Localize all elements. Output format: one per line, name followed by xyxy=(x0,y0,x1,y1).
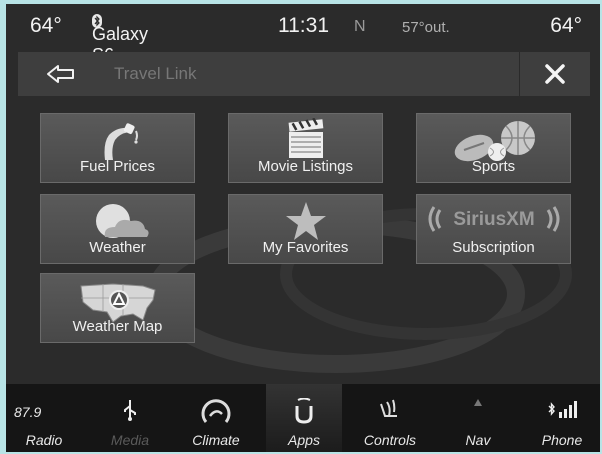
tile-movie-listings[interactable]: Movie Listings xyxy=(228,113,383,183)
nav-label: Media xyxy=(110,432,150,448)
passenger-temperature[interactable]: 64° xyxy=(550,14,582,38)
nav-radio[interactable]: 87.9 Radio xyxy=(6,384,82,452)
nav-label: Phone xyxy=(541,432,583,448)
nav-label: Climate xyxy=(192,432,240,448)
nav-label: Controls xyxy=(363,432,417,448)
clock: 11:31 xyxy=(278,14,329,37)
nav-label: Radio xyxy=(25,432,63,448)
radio-frequency: 87.9 xyxy=(14,404,42,420)
sun-cloud-icon xyxy=(95,204,149,238)
tile-subscription[interactable]: SiriusXM Subscription xyxy=(416,194,571,264)
driver-temperature[interactable]: 64° xyxy=(30,14,62,38)
title-bar: Travel Link xyxy=(18,52,590,96)
nav-label: Apps xyxy=(288,432,320,448)
clapperboard-icon xyxy=(288,118,323,158)
bottom-nav-bar: 87.9 Radio Media Climate Apps Controls N… xyxy=(6,384,600,452)
phone-connection: Galaxy S6 xyxy=(92,14,148,65)
tile-weather-map[interactable]: Weather Map xyxy=(40,273,195,343)
star-icon xyxy=(285,202,326,240)
siriusxm-logo-text: SiriusXM xyxy=(453,209,534,230)
tile-label: My Favorites xyxy=(262,239,349,256)
tile-label: Fuel Prices xyxy=(79,158,156,175)
display-frame: 64° Galaxy S6 11:31 N 57°out. 64° Travel… xyxy=(6,4,600,452)
back-arrow-icon xyxy=(47,65,74,83)
fuel-pump-icon xyxy=(104,123,138,160)
tile-fuel-prices[interactable]: Fuel Prices xyxy=(40,113,195,183)
tile-label: Sports xyxy=(471,158,516,175)
nav-label: Nav xyxy=(465,432,491,448)
nav-controls[interactable]: Controls xyxy=(352,384,428,452)
nav-media[interactable]: Media xyxy=(92,384,168,452)
compass-heading: N xyxy=(354,18,366,35)
tile-label: Weather Map xyxy=(72,318,163,335)
head-unit-screen: 64° Galaxy S6 11:31 N 57°out. 64° Travel… xyxy=(0,0,602,454)
nav-nav[interactable]: Nav xyxy=(440,384,516,452)
tile-sports[interactable]: Sports xyxy=(416,113,571,183)
apps-icon xyxy=(295,398,313,424)
nav-phone[interactable]: Phone xyxy=(524,384,600,452)
tile-label: Movie Listings xyxy=(257,158,354,175)
climate-icon xyxy=(201,399,231,423)
phone-signal-icon xyxy=(548,401,577,418)
nav-apps[interactable]: Apps xyxy=(266,384,342,452)
tile-label: Weather xyxy=(89,239,146,256)
tile-my-favorites[interactable]: My Favorites xyxy=(228,194,383,264)
close-icon xyxy=(545,64,565,84)
tile-label: Subscription xyxy=(452,239,535,256)
controls-icon xyxy=(380,399,397,417)
usb-icon xyxy=(124,400,136,421)
tile-weather[interactable]: Weather xyxy=(40,194,195,264)
page-title: Travel Link xyxy=(114,64,197,83)
siriusxm-icon: SiriusXM xyxy=(428,206,559,232)
nav-climate[interactable]: Climate xyxy=(178,384,254,452)
outside-temperature: 57°out. xyxy=(402,19,450,36)
back-button[interactable] xyxy=(18,52,104,96)
close-button[interactable] xyxy=(519,52,590,96)
nav-icon xyxy=(474,399,482,406)
status-bar: 64° Galaxy S6 11:31 N 57°out. 64° xyxy=(6,4,600,65)
